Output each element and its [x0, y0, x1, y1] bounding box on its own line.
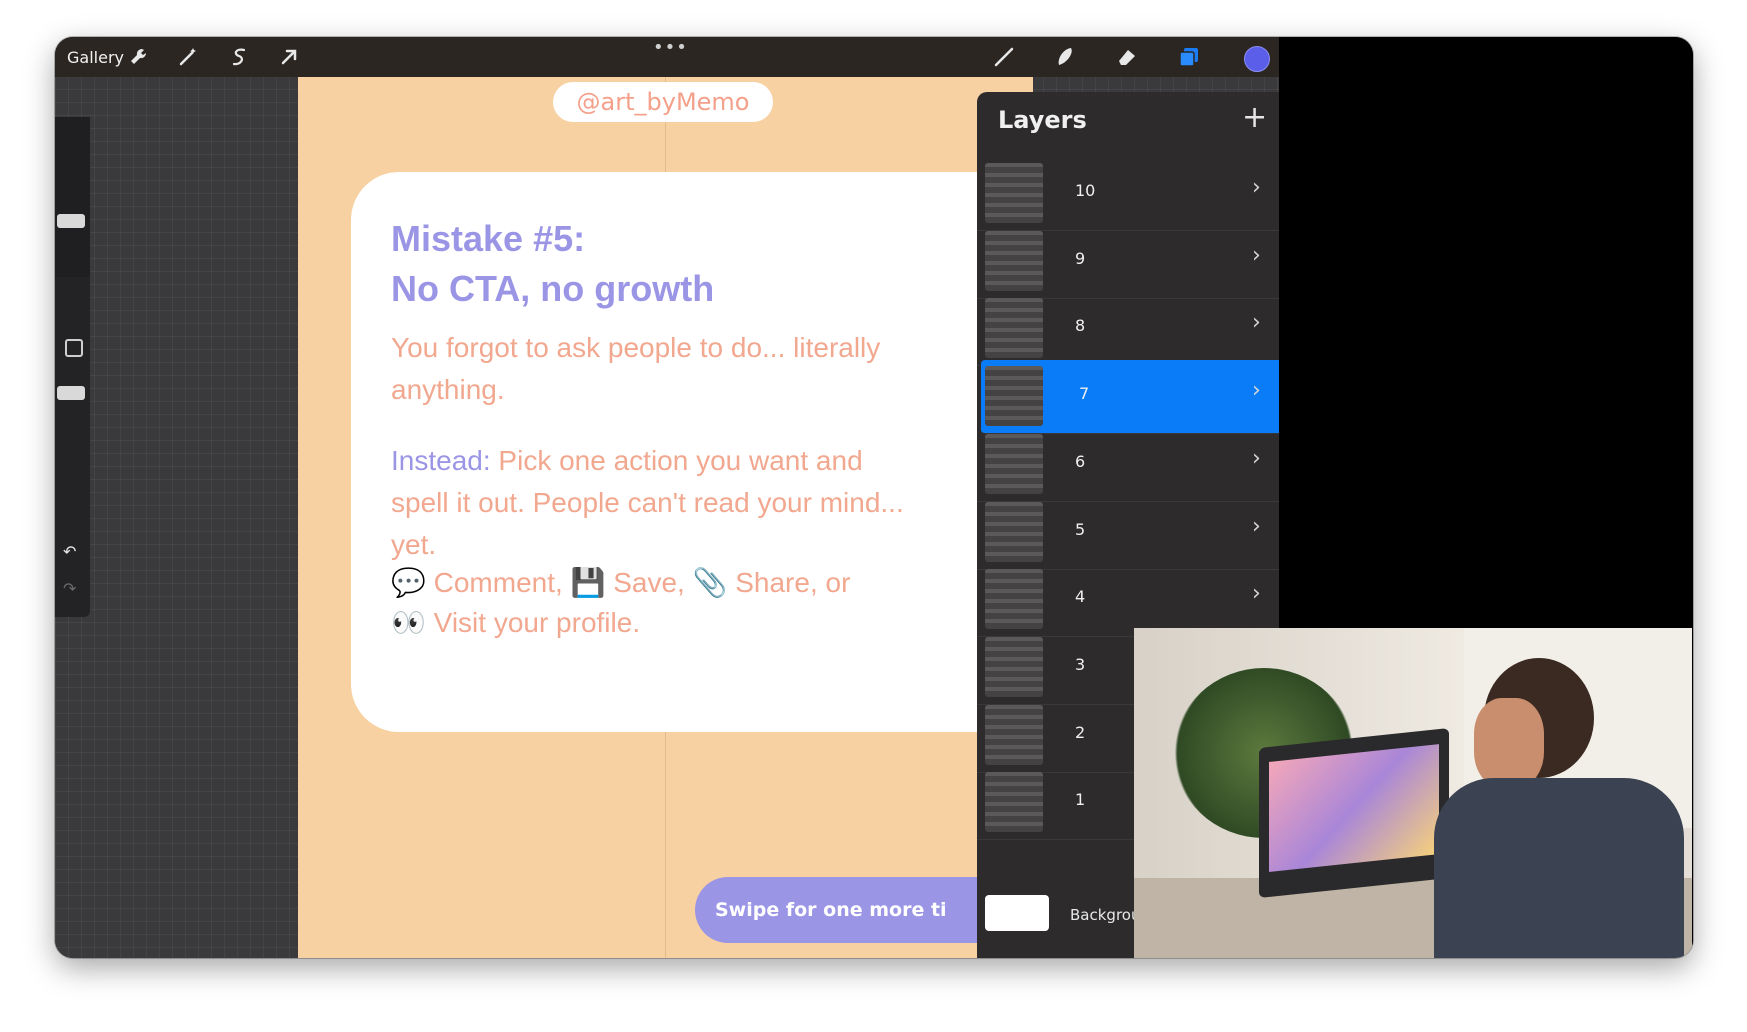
app-window: Gallery ••• ↶ ↷ @art_byMemo Mistake #5: …	[55, 37, 1693, 958]
transform-arrow-icon[interactable]	[277, 45, 301, 69]
layer-thumbnail[interactable]	[985, 704, 1043, 765]
layer-row[interactable]: 7 ›	[981, 360, 1310, 435]
brush-size-slider[interactable]	[55, 117, 90, 277]
layers-title: Layers	[998, 106, 1087, 134]
brush-size-handle[interactable]	[57, 214, 85, 228]
eraser-icon[interactable]	[1115, 45, 1139, 69]
content-card: Mistake #5: No CTA, no growth You forgot…	[351, 172, 1033, 732]
layer-row[interactable]: 10 ›	[977, 157, 1298, 231]
video-person-body	[1434, 778, 1684, 958]
layer-number: 1	[1075, 790, 1086, 810]
layer-number: 9	[1075, 248, 1086, 268]
instead-label: Instead:	[391, 445, 491, 476]
layer-thumbnail[interactable]	[985, 298, 1043, 359]
paragraph-instead: Instead: Pick one action you want and sp…	[391, 440, 911, 566]
title-line-2: No CTA, no growth	[391, 268, 715, 309]
layer-thumbnail[interactable]	[985, 433, 1043, 494]
layer-thumbnail[interactable]	[985, 772, 1043, 833]
layer-thumbnail[interactable]	[985, 501, 1043, 562]
gallery-button[interactable]: Gallery	[67, 48, 124, 67]
layer-number: 5	[1075, 519, 1086, 539]
color-picker[interactable]	[1244, 46, 1270, 72]
magic-wand-icon[interactable]	[176, 45, 200, 69]
top-toolbar: Gallery •••	[55, 37, 1279, 77]
cta-line-2: 👀 Visit your profile.	[391, 607, 641, 638]
layer-row[interactable]: 5 ›	[977, 496, 1298, 570]
layer-thumbnail[interactable]	[985, 230, 1043, 291]
layer-row[interactable]: 9 ›	[977, 225, 1298, 299]
chevron-right-icon[interactable]: ›	[1252, 378, 1261, 403]
undo-icon[interactable]: ↶	[63, 542, 76, 561]
chevron-right-icon[interactable]: ›	[1252, 310, 1261, 335]
chevron-right-icon[interactable]: ›	[1252, 446, 1261, 471]
add-layer-button[interactable]: +	[1242, 100, 1267, 135]
opacity-handle[interactable]	[57, 386, 85, 400]
smudge-icon[interactable]	[1053, 45, 1077, 69]
layer-number: 3	[1075, 654, 1086, 674]
layer-number: 6	[1075, 451, 1086, 471]
layer-number: 7	[1079, 384, 1090, 404]
redo-icon[interactable]: ↷	[63, 579, 76, 598]
chevron-right-icon[interactable]: ›	[1252, 581, 1261, 606]
chevron-right-icon[interactable]: ›	[1252, 514, 1261, 539]
layer-thumbnail[interactable]	[985, 163, 1043, 223]
handle-pill: @art_byMemo	[553, 82, 773, 122]
layer-number: 10	[1075, 181, 1096, 200]
modify-button[interactable]	[65, 339, 83, 357]
video-person	[1414, 658, 1684, 958]
layer-thumbnail[interactable]	[985, 366, 1043, 427]
title-line-1: Mistake #5:	[391, 218, 586, 259]
wrench-icon[interactable]	[127, 45, 151, 69]
layer-row[interactable]: 4 ›	[977, 563, 1298, 638]
background-swatch[interactable]	[985, 895, 1049, 931]
layer-number: 4	[1075, 587, 1086, 607]
workspace: Gallery ••• ↶ ↷ @art_byMemo Mistake #5: …	[55, 37, 1310, 958]
chevron-right-icon[interactable]: ›	[1252, 243, 1261, 268]
paragraph-1: You forgot to ask people to do... litera…	[391, 332, 881, 405]
video-person-face	[1474, 698, 1544, 788]
more-options-icon[interactable]: •••	[653, 37, 688, 58]
layers-icon[interactable]	[1177, 45, 1201, 69]
sidebar: ↶ ↷	[55, 117, 90, 617]
layer-row[interactable]: 8 ›	[977, 292, 1298, 367]
layer-number: 2	[1075, 722, 1086, 742]
selection-icon[interactable]	[227, 45, 251, 69]
layer-thumbnail[interactable]	[985, 636, 1043, 697]
cta-line-1: 💬 Comment, 💾 Save, 📎 Share, or	[391, 567, 851, 598]
layer-number: 8	[1075, 316, 1086, 336]
brush-icon[interactable]	[992, 45, 1016, 69]
video-overlay	[1134, 628, 1692, 958]
chevron-right-icon[interactable]: ›	[1252, 175, 1261, 200]
layer-row[interactable]: 6 ›	[977, 428, 1298, 502]
layer-thumbnail[interactable]	[985, 569, 1043, 630]
drawing-canvas[interactable]: @art_byMemo Mistake #5: No CTA, no growt…	[298, 77, 1033, 958]
